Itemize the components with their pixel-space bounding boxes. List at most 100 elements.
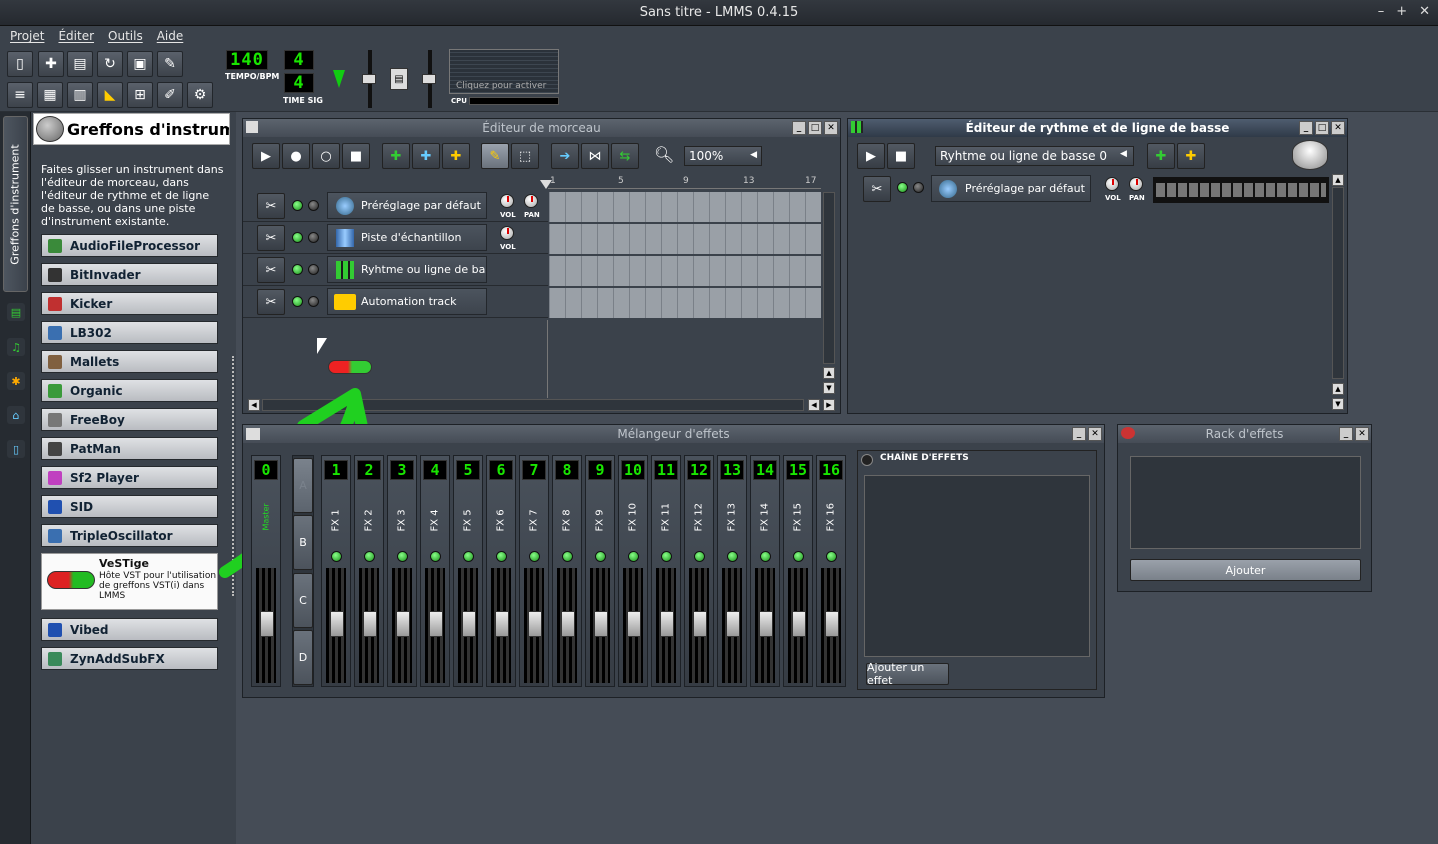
controller-rack-icon[interactable]: ⚙ bbox=[187, 82, 213, 108]
fx-channel-led[interactable] bbox=[397, 551, 408, 562]
stop-song-icon[interactable]: ■ bbox=[342, 143, 370, 169]
track-solo-led[interactable] bbox=[308, 200, 319, 211]
fx-rack-close-icon[interactable]: ✕ bbox=[1355, 427, 1369, 441]
scroll-left-icon[interactable]: ◀ bbox=[808, 399, 820, 411]
effects-chain-list[interactable] bbox=[864, 475, 1090, 657]
song-editor-minimize-icon[interactable]: _ bbox=[792, 121, 806, 135]
automation-editor-icon[interactable]: ◣ bbox=[97, 82, 123, 108]
fx-bank-d[interactable]: D bbox=[293, 630, 313, 685]
menu-outils[interactable]: Outils bbox=[108, 29, 143, 43]
fx-fader-handle[interactable] bbox=[462, 611, 476, 637]
piano-roll-icon[interactable]: ▥ bbox=[67, 82, 93, 108]
plugin-mallets[interactable]: Mallets bbox=[41, 350, 218, 373]
minimize-icon[interactable]: – bbox=[1378, 4, 1385, 19]
bb-editor-minimize-icon[interactable]: _ bbox=[1299, 121, 1313, 135]
bb-step-sequencer[interactable] bbox=[1153, 177, 1329, 203]
fx-master-fader-handle[interactable] bbox=[260, 611, 274, 637]
scroll-right-icon[interactable]: ▶ bbox=[823, 399, 835, 411]
track-settings-icon[interactable]: ✂ bbox=[257, 257, 285, 283]
play-song-icon[interactable]: ▶ bbox=[252, 143, 280, 169]
fx-channel[interactable]: 14 FX 14 bbox=[750, 455, 780, 687]
fx-channel[interactable]: 3 FX 3 bbox=[387, 455, 417, 687]
menu-editer[interactable]: Éditer bbox=[58, 29, 94, 43]
edit-mode-icon[interactable]: ⬚ bbox=[511, 143, 539, 169]
scroll-up-icon[interactable]: ▲ bbox=[823, 367, 835, 379]
master-volume-handle[interactable] bbox=[362, 74, 376, 84]
new-project-icon[interactable]: ▯ bbox=[7, 51, 33, 77]
fx-bank-c[interactable]: C bbox=[293, 573, 313, 628]
my-presets-icon[interactable]: ✱ bbox=[7, 372, 25, 390]
add-automation-track-icon[interactable]: ✚ bbox=[442, 143, 470, 169]
plugin-vibed[interactable]: Vibed bbox=[41, 618, 218, 641]
save-project-icon[interactable]: ▣ bbox=[127, 51, 153, 77]
fx-channel-led[interactable] bbox=[694, 551, 705, 562]
sidebar-tab-instrument-plugins[interactable]: Greffons d'instrument bbox=[3, 116, 28, 292]
plugin-kicker[interactable]: Kicker bbox=[41, 292, 218, 315]
bb-track-solo-led[interactable] bbox=[913, 182, 924, 193]
track-solo-led[interactable] bbox=[308, 296, 319, 307]
fx-channel-led[interactable] bbox=[595, 551, 606, 562]
bb-editor-maximize-icon[interactable]: □ bbox=[1315, 121, 1329, 135]
plugin-patman[interactable]: PatMan bbox=[41, 437, 218, 460]
fx-fader-handle[interactable] bbox=[792, 611, 806, 637]
track-mute-led[interactable] bbox=[292, 296, 303, 307]
plugin-audiofileprocessor[interactable]: AudioFileProcessor bbox=[41, 234, 218, 257]
track-pan-knob[interactable] bbox=[524, 194, 538, 208]
timeline-ruler[interactable]: 1 5 9 13 17 bbox=[548, 175, 821, 189]
effects-chain-toggle-icon[interactable] bbox=[861, 454, 873, 466]
track-mute-led[interactable] bbox=[292, 264, 303, 275]
fx-channel[interactable]: 2 FX 2 bbox=[354, 455, 384, 687]
fx-fader-handle[interactable] bbox=[759, 611, 773, 637]
fx-channel[interactable]: 6 FX 6 bbox=[486, 455, 516, 687]
plugin-sid[interactable]: SID bbox=[41, 495, 218, 518]
bb-scroll-down-icon[interactable]: ▼ bbox=[1332, 398, 1344, 410]
add-bb-track-icon[interactable]: ✚ bbox=[382, 143, 410, 169]
record-play-icon[interactable]: ○ bbox=[312, 143, 340, 169]
fx-mixer-icon[interactable]: ⊞ bbox=[127, 82, 153, 108]
fx-channel-master[interactable]: 0 Master bbox=[251, 455, 281, 687]
plugin-organic[interactable]: Organic bbox=[41, 379, 218, 402]
fx-channel-led[interactable] bbox=[496, 551, 507, 562]
my-home-icon[interactable]: ⌂ bbox=[7, 406, 25, 424]
oscilloscope-graph[interactable]: Cliquez pour activer bbox=[449, 49, 559, 94]
add-sample-track-icon[interactable]: ✚ bbox=[412, 143, 440, 169]
menu-projet[interactable]: Projet bbox=[10, 29, 44, 43]
fx-fader-handle[interactable] bbox=[495, 611, 509, 637]
export-project-icon[interactable]: ✎ bbox=[157, 51, 183, 77]
track-mute-led[interactable] bbox=[292, 200, 303, 211]
fx-channel-led[interactable] bbox=[430, 551, 441, 562]
menu-aide[interactable]: Aide bbox=[157, 29, 184, 43]
fx-channel[interactable]: 12 FX 12 bbox=[684, 455, 714, 687]
fx-fader-handle[interactable] bbox=[429, 611, 443, 637]
add-effect-button[interactable]: Ajouter un effet bbox=[866, 661, 949, 687]
fx-fader-handle[interactable] bbox=[363, 611, 377, 637]
song-editor-icon[interactable]: ≡ bbox=[7, 82, 33, 108]
bb-steps[interactable] bbox=[1156, 183, 1326, 197]
bb-scroll-up-icon[interactable]: ▲ bbox=[1332, 383, 1344, 395]
fx-channel[interactable]: 4 FX 4 bbox=[420, 455, 450, 687]
master-pitch-handle[interactable] bbox=[422, 74, 436, 84]
fx-channel-led[interactable] bbox=[331, 551, 342, 562]
playhead-marker[interactable] bbox=[540, 180, 552, 189]
fx-channel[interactable]: 1 FX 1 bbox=[321, 455, 351, 687]
fx-channel[interactable]: 13 FX 13 bbox=[717, 455, 747, 687]
plugin-bitinvader[interactable]: BitInvader bbox=[41, 263, 218, 286]
my-samples-icon[interactable]: ♫ bbox=[7, 338, 25, 356]
bb-track-mute-led[interactable] bbox=[897, 182, 908, 193]
open-project-icon[interactable]: ▤ bbox=[67, 51, 93, 77]
fx-channel[interactable]: 8 FX 8 bbox=[552, 455, 582, 687]
plugin-sf2-player[interactable]: Sf2 Player bbox=[41, 466, 218, 489]
fx-channel[interactable]: 9 FX 9 bbox=[585, 455, 615, 687]
maximize-icon[interactable]: + bbox=[1396, 4, 1407, 19]
bb-pattern-selector[interactable]: Ryhtme ou ligne de basse 0 bbox=[935, 146, 1134, 166]
fx-channel[interactable]: 7 FX 7 bbox=[519, 455, 549, 687]
fx-channel[interactable]: 5 FX 5 bbox=[453, 455, 483, 687]
fx-fader-handle[interactable] bbox=[528, 611, 542, 637]
fx-channel-led[interactable] bbox=[661, 551, 672, 562]
track-settings-icon[interactable]: ✂ bbox=[257, 289, 285, 315]
track-solo-led[interactable] bbox=[308, 264, 319, 275]
record-icon[interactable]: ● bbox=[282, 143, 310, 169]
fx-channel-led[interactable] bbox=[793, 551, 804, 562]
plugin-freeboy[interactable]: FreeBoy bbox=[41, 408, 218, 431]
fx-channel-led[interactable] bbox=[628, 551, 639, 562]
